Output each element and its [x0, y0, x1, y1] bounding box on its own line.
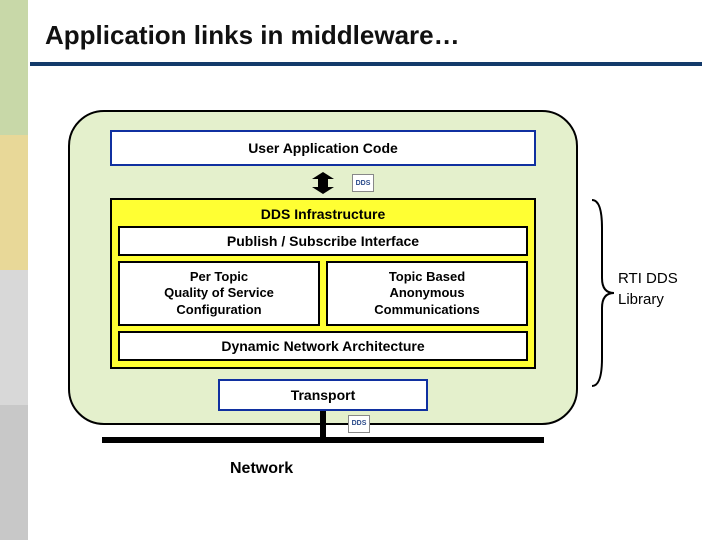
- user-application-code-box: User Application Code: [110, 130, 536, 166]
- bidirectional-arrow-icon: DDS: [308, 172, 338, 194]
- network-label: Network: [230, 460, 293, 478]
- curly-brace-icon: [588, 198, 618, 388]
- topic-based-box: Topic Based Anonymous Communications: [326, 261, 528, 326]
- dynamic-network-box: Dynamic Network Architecture: [118, 331, 528, 361]
- publish-subscribe-box: Publish / Subscribe Interface: [118, 226, 528, 256]
- brace-label-line1: RTI DDS: [618, 268, 678, 289]
- slide-title: Application links in middleware…: [45, 20, 460, 51]
- dds-infrastructure-title: DDS Infrastructure: [118, 204, 528, 226]
- brace-label: RTI DDS Library: [618, 268, 678, 310]
- brace-label-line2: Library: [618, 289, 678, 310]
- dds-infrastructure-block: DDS Infrastructure Publish / Subscribe I…: [110, 198, 536, 369]
- network-connector-line: DDS: [320, 411, 326, 437]
- title-underline: [30, 62, 702, 66]
- network-bar: [102, 437, 544, 443]
- qos-config-box: Per Topic Quality of Service Configurati…: [118, 261, 320, 326]
- middleware-diagram: User Application Code DDS DDS Infrastruc…: [68, 110, 578, 425]
- transport-box: Transport: [218, 379, 428, 411]
- dds-logo-icon: DDS: [348, 415, 370, 433]
- left-color-stripe: [0, 0, 28, 540]
- dds-logo-icon: DDS: [352, 174, 374, 192]
